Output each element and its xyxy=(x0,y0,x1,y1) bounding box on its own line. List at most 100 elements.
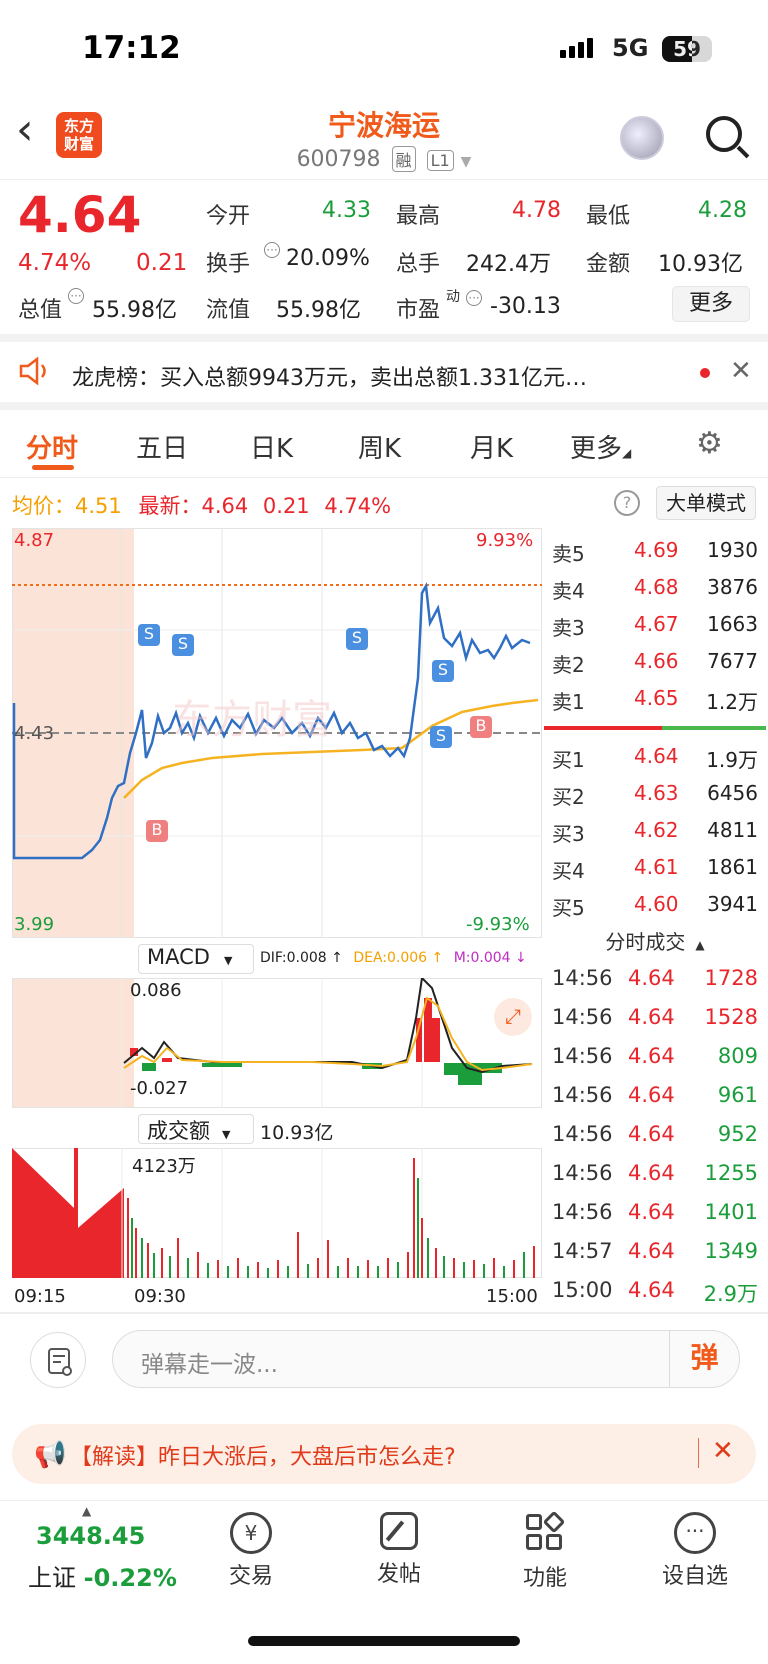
volume-indicator-label: 成交额 xyxy=(147,1119,210,1143)
bid-price: 4.63 xyxy=(634,781,679,805)
bid-name: 买4 xyxy=(552,859,585,883)
gear-icon[interactable]: ⚙ xyxy=(696,426,723,461)
nav-post[interactable]: 发帖 xyxy=(354,1512,444,1588)
search-icon[interactable] xyxy=(706,116,742,152)
nav-functions[interactable]: 功能 xyxy=(500,1510,590,1592)
trade-time: 14:57 xyxy=(552,1239,613,1263)
bid-volume: 4811 xyxy=(707,818,758,842)
tab-monthly-k[interactable]: 月K xyxy=(470,428,513,465)
mcap-value: 55.98亿 xyxy=(92,298,177,323)
ask-volume: 1930 xyxy=(707,538,758,562)
latest-pct: 4.74% xyxy=(324,494,392,518)
close-icon[interactable]: ✕ xyxy=(712,1436,734,1466)
ask-price: 4.67 xyxy=(634,612,679,636)
trade-time: 14:56 xyxy=(552,1122,613,1146)
more-dots-icon[interactable]: ··· xyxy=(264,242,280,258)
big-order-mode-button[interactable]: 大单模式 xyxy=(656,486,756,520)
macd-svg xyxy=(121,978,533,1108)
note-button[interactable] xyxy=(30,1332,86,1388)
ask-price: 4.69 xyxy=(634,538,679,562)
prev-close-label: 4.43 xyxy=(14,723,55,744)
sell-marker-icon[interactable]: S xyxy=(432,660,454,682)
barrage-input[interactable]: 弹幕走一波... 弹 xyxy=(112,1330,740,1388)
speaker-icon xyxy=(18,356,52,386)
more-dots-icon[interactable]: ··· xyxy=(68,288,84,304)
index-line[interactable]: 上证 -0.22% xyxy=(28,1558,177,1593)
trade-volume: 2.9万 xyxy=(703,1282,758,1306)
nav-trade[interactable]: ¥ 交易 xyxy=(206,1512,296,1590)
intraday-chart-svg: 东方财富 xyxy=(12,528,542,938)
order-book[interactable]: 卖5 4.69 1930 卖4 4.68 3876 卖3 4.67 1663 卖2 4.66 7… xyxy=(542,528,768,928)
trade-volume: 952 xyxy=(717,1122,758,1146)
ask-price: 4.68 xyxy=(634,575,679,599)
sell-marker-icon[interactable]: S xyxy=(172,634,194,656)
tab-daily-k[interactable]: 日K xyxy=(250,428,293,465)
trade-price: 4.64 xyxy=(628,1005,675,1029)
trade-price: 4.64 xyxy=(628,1161,675,1185)
bid-row-1: 买1 4.64 1.9万 xyxy=(542,744,768,780)
low-value: 4.28 xyxy=(698,198,747,223)
top-price-label: 4.87 xyxy=(14,530,55,551)
trade-ticks[interactable]: 分时成交 ▲ 14:56 4.64 1728 14:56 4.64 1528 14:56 4… xyxy=(542,928,768,1308)
sell-marker-icon[interactable]: S xyxy=(138,624,160,646)
indicator-select[interactable]: MACD ▼ xyxy=(138,944,254,974)
open-label: 今开 xyxy=(206,204,251,229)
ask-name: 卖5 xyxy=(552,542,585,566)
dragon-tiger-notice[interactable]: 龙虎榜：买入总额9943万元，卖出总额1.331亿元… xyxy=(72,360,587,392)
tab-intraday[interactable]: 分时 xyxy=(26,428,78,465)
macd-max-label: 0.086 xyxy=(130,980,182,1001)
index-value[interactable]: 3448.45 xyxy=(36,1522,145,1550)
megaphone-icon: 📢 xyxy=(34,1440,67,1470)
more-button[interactable]: 更多 xyxy=(672,286,750,322)
help-icon[interactable]: ? xyxy=(614,490,640,516)
sell-marker-icon[interactable]: S xyxy=(346,628,368,650)
ask-row-4: 卖4 4.68 3876 xyxy=(542,575,768,611)
more-dots-icon: ··· xyxy=(674,1512,716,1554)
active-tab-indicator xyxy=(32,465,74,470)
divider xyxy=(0,1312,768,1314)
trade-time: 14:56 xyxy=(552,1200,613,1224)
volume-indicator-select[interactable]: 成交额 ▼ xyxy=(138,1114,254,1144)
volume-max-label: 4123万 xyxy=(132,1156,196,1177)
top-pct-label: 9.93% xyxy=(476,530,534,551)
index-name: 上证 xyxy=(28,1564,76,1592)
news-text[interactable]: 【解读】昨日大涨后，大盘后市怎么走? xyxy=(70,1439,456,1471)
assistant-robot-icon[interactable] xyxy=(620,116,664,160)
trade-volume: 809 xyxy=(717,1044,758,1068)
barrage-send-button[interactable]: 弹 xyxy=(669,1331,739,1387)
expand-icon[interactable]: ⤢ xyxy=(494,998,532,1036)
trade-row: 14:56 4.64 961 xyxy=(542,1083,768,1121)
amount-value: 10.93亿 xyxy=(658,252,743,277)
time-label-close: 15:00 xyxy=(486,1286,538,1307)
trade-price: 4.64 xyxy=(628,1200,675,1224)
nav-post-label: 发帖 xyxy=(376,1562,421,1587)
tab-weekly-k[interactable]: 周K xyxy=(358,428,401,465)
bid-name: 买5 xyxy=(552,896,585,920)
more-dots-icon[interactable]: ··· xyxy=(466,290,482,306)
trade-volume: 1255 xyxy=(704,1161,758,1185)
tab-five-day[interactable]: 五日 xyxy=(136,428,188,465)
avg-value: 4.51 xyxy=(75,494,122,518)
tab-more[interactable]: 更多◢ xyxy=(570,428,631,465)
battery-level: 59 xyxy=(673,37,701,61)
macd-values: DIF:0.008 ↑ DEA:0.006 ↑ M:0.004 ↓ xyxy=(260,950,527,966)
bid-volume: 1.9万 xyxy=(706,748,758,772)
news-banner[interactable]: 📢 【解读】昨日大涨后，大盘后市怎么走? ✕ xyxy=(12,1424,756,1484)
close-icon[interactable]: ✕ xyxy=(730,356,752,386)
pe-value: -30.13 xyxy=(490,294,561,319)
buy-marker-icon[interactable]: B xyxy=(146,820,168,842)
nav-add-watchlist[interactable]: ··· 设自选 xyxy=(650,1512,740,1590)
sell-marker-icon[interactable]: S xyxy=(430,726,452,748)
macd-dea: DEA:0.006 xyxy=(353,950,428,966)
trade-ticks-title-label: 分时成交 xyxy=(605,930,686,954)
macd-m: M:0.004 xyxy=(453,950,511,966)
high-value: 4.78 xyxy=(512,198,561,223)
trade-row: 15:00 4.64 2.9万 xyxy=(542,1278,768,1316)
buy-marker-icon[interactable]: B xyxy=(470,716,492,738)
bid-price: 4.60 xyxy=(634,892,679,916)
trade-price: 4.64 xyxy=(628,966,675,990)
volume-label: 总手 xyxy=(396,252,441,277)
watermark: 东方财富 xyxy=(172,697,332,743)
trade-price: 4.64 xyxy=(628,1122,675,1146)
volume-value: 242.4万 xyxy=(466,252,551,277)
